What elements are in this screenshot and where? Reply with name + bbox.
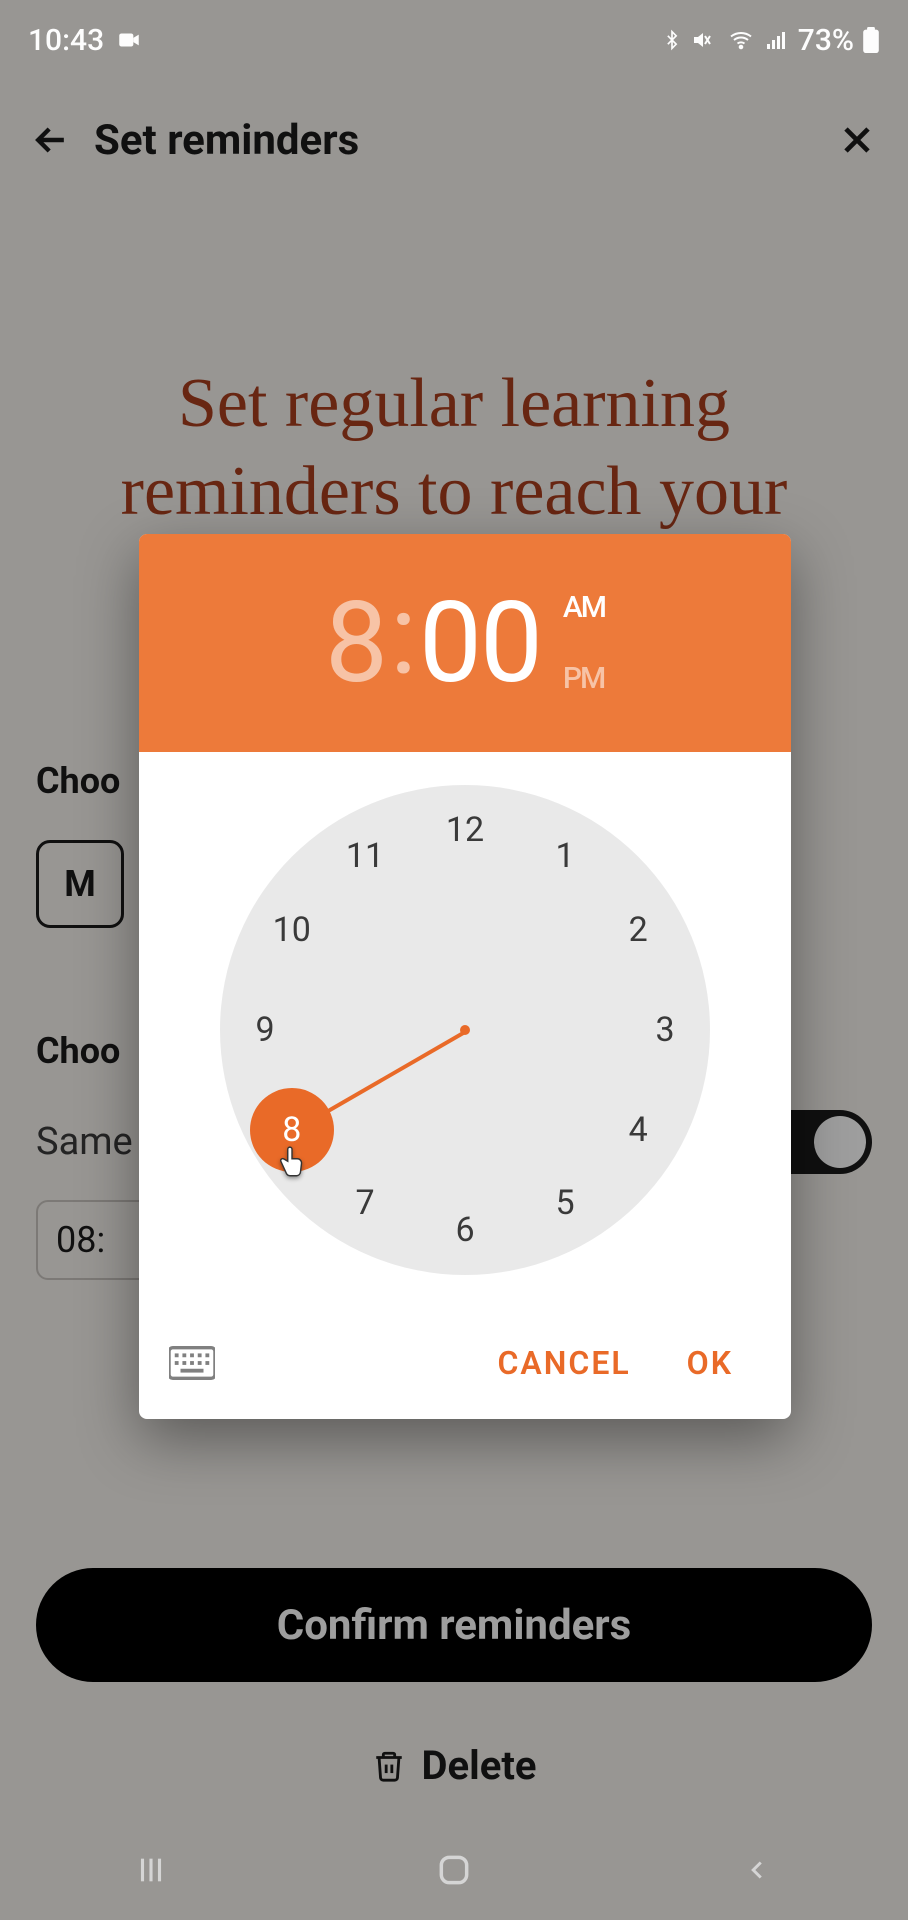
clock-face-container: 121234567891011: [139, 752, 791, 1307]
clock-number-10[interactable]: 10: [269, 907, 315, 953]
selected-minute[interactable]: 00: [419, 578, 541, 709]
selected-hour[interactable]: 8: [325, 578, 386, 709]
wifi-icon: [726, 28, 756, 52]
mute-icon: [690, 28, 718, 52]
battery-icon: [862, 27, 880, 53]
time-picker-header: 8 : 00 AM PM: [139, 534, 791, 752]
chevron-left-icon: [742, 1851, 772, 1889]
status-time: 10:43: [28, 23, 104, 58]
home-button[interactable]: [424, 1840, 484, 1900]
clock-number-1[interactable]: 1: [542, 833, 588, 879]
time-display: 8 : 00 AM PM: [325, 578, 605, 709]
ok-button[interactable]: OK: [659, 1324, 761, 1402]
clock-number-11[interactable]: 11: [342, 833, 388, 879]
am-selector[interactable]: AM: [563, 590, 605, 625]
clock-face[interactable]: 121234567891011: [220, 785, 710, 1275]
clock-number-3[interactable]: 3: [642, 1007, 688, 1053]
clock-number-6[interactable]: 6: [442, 1207, 488, 1253]
keyboard-input-toggle[interactable]: [169, 1345, 215, 1381]
clock-number-4[interactable]: 4: [615, 1107, 661, 1153]
pm-selector[interactable]: PM: [563, 661, 605, 696]
recent-icon: [134, 1853, 168, 1887]
dialog-actions: CANCEL OK: [139, 1307, 791, 1419]
keyboard-icon: [169, 1345, 215, 1381]
back-nav-button[interactable]: [727, 1840, 787, 1900]
system-nav-bar: [0, 1820, 908, 1920]
cancel-button[interactable]: CANCEL: [469, 1324, 658, 1402]
status-bar: 10:43 73%: [0, 0, 908, 80]
camera-icon: [116, 27, 142, 53]
clock-number-2[interactable]: 2: [615, 907, 661, 953]
clock-number-5[interactable]: 5: [542, 1180, 588, 1226]
bluetooth-icon: [662, 28, 682, 52]
cursor-icon: [275, 1145, 309, 1179]
signal-icon: [764, 28, 790, 52]
recent-apps-button[interactable]: [121, 1840, 181, 1900]
time-picker-dialog: 8 : 00 AM PM 12 12 3 45 6 7 8 9 10 11 CANCEL: [139, 534, 791, 1419]
home-icon: [435, 1851, 473, 1889]
time-colon: :: [390, 570, 415, 701]
clock-number-12[interactable]: 12: [442, 807, 488, 853]
clock-number-7[interactable]: 7: [342, 1180, 388, 1226]
clock-center-dot: [460, 1025, 470, 1035]
clock-number-9[interactable]: 9: [242, 1007, 288, 1053]
status-battery: 73%: [798, 23, 854, 58]
